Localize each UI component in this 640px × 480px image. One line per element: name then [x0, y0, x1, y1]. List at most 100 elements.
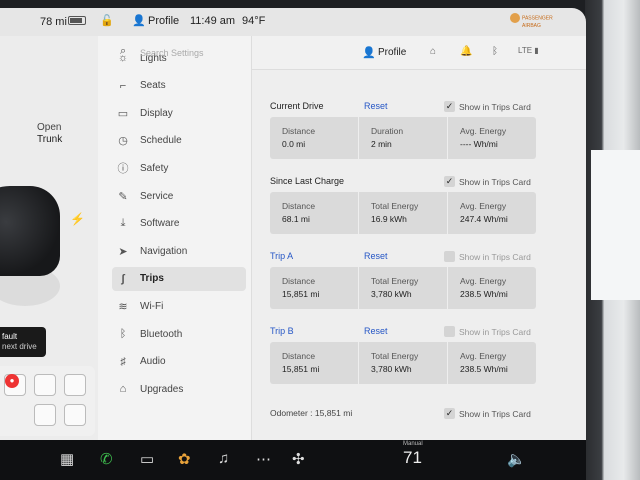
menu-item-label: Service — [140, 190, 174, 202]
stat-value: 2 min — [371, 139, 392, 149]
seat-icon[interactable] — [64, 374, 86, 396]
toybox-icon[interactable]: ✿ — [178, 450, 191, 468]
status-bar: 78 mi 🔓 👤 Profile 11:49 am 94°F PASSENGE… — [0, 8, 586, 36]
checkmark-icon: ✓ — [444, 101, 455, 112]
charge-port-icon[interactable]: ⚡ — [70, 212, 85, 226]
trip-b-show-toggle[interactable]: Show in Trips Card — [444, 326, 531, 337]
menu-item-software[interactable]: ⤓ Software — [112, 212, 246, 236]
search-settings[interactable]: ⌕ Search Settings — [98, 38, 258, 66]
stat-cell: Duration 2 min — [359, 117, 448, 159]
show-label: Show in Trips Card — [459, 176, 531, 187]
menu-item-safety[interactable]: ⓘ Safety — [112, 156, 246, 180]
stat-cell: Distance 0.0 mi — [270, 117, 359, 159]
trip-a-show-toggle[interactable]: Show in Trips Card — [444, 251, 531, 262]
stat-cell: Total Energy 3,780 kWh — [359, 342, 448, 384]
current-drive-show-toggle[interactable]: ✓ Show in Trips Card — [444, 101, 531, 112]
music-icon[interactable]: ♫ — [218, 450, 229, 467]
user-icon[interactable]: 👤 — [132, 14, 146, 27]
trip-b-card: Distance 15,851 mi Total Energy 3,780 kWh … — [270, 342, 536, 384]
checkbox-empty-icon — [444, 326, 455, 337]
header-profile[interactable]: Profile — [378, 47, 406, 58]
lock-icon[interactable]: 🔓 — [100, 14, 114, 27]
fault-title: fault — [2, 332, 18, 341]
menu-item-label: Upgrades — [140, 383, 184, 395]
bluetooth-icon[interactable]: ᛒ — [492, 46, 498, 57]
profile-icon[interactable]: 👤 — [362, 46, 376, 59]
menu-item-wi-fi[interactable]: ≋ Wi-Fi — [112, 294, 246, 318]
menu-item-bluetooth[interactable]: ᛒ Bluetooth — [112, 322, 246, 346]
menu-item-label: Seats — [140, 80, 166, 92]
schedule-icon: ◷ — [118, 135, 128, 148]
menu-item-upgrades[interactable]: ⌂ Upgrades — [112, 377, 246, 401]
fan-icon[interactable]: ✣ — [292, 450, 305, 468]
menu-item-trips[interactable]: ʃ Trips — [112, 266, 246, 291]
climate-mode-label: Manual — [403, 441, 423, 447]
since-charge-show-toggle[interactable]: ✓ Show in Trips Card — [444, 176, 531, 187]
odometer-show-toggle[interactable]: ✓ Show in Trips Card — [444, 408, 531, 419]
seat-heater-alert-icon[interactable]: ● — [5, 374, 19, 388]
status-profile[interactable]: Profile — [148, 15, 179, 27]
seat-icon[interactable] — [34, 404, 56, 426]
car-model — [0, 186, 60, 276]
trip-b-reset[interactable]: Reset — [364, 326, 388, 336]
fault-alert[interactable]: fault next drive — [0, 327, 46, 357]
checkmark-icon: ✓ — [444, 408, 455, 419]
audio-icon: ♯ — [120, 355, 126, 368]
menu-item-label: Navigation — [140, 245, 188, 257]
stat-cell: Total Energy 3,780 kWh — [359, 267, 448, 309]
show-label: Show in Trips Card — [459, 326, 531, 337]
navigation-icon: ➤ — [118, 245, 128, 258]
open-trunk-button[interactable]: Open Trunk — [37, 122, 62, 146]
airbag-icon — [510, 13, 520, 23]
settings-menu: ☼ Lights ⌐ Seats ▭ Display ◷ Schedule ⓘ Safety ✎ Se… — [98, 36, 252, 440]
more-apps-icon[interactable]: ⋯ — [256, 450, 271, 468]
garage-icon[interactable]: ⌂ — [430, 46, 436, 57]
menu-item-navigation[interactable]: ➤ Navigation — [112, 239, 246, 263]
fault-sub: next drive — [2, 342, 37, 351]
battery-icon — [68, 16, 86, 25]
odometer: Odometer : 15,851 mi — [270, 408, 353, 418]
stat-value: 15,851 mi — [282, 289, 320, 299]
trip-a-reset[interactable]: Reset — [364, 251, 388, 261]
menu-item-display[interactable]: ▭ Display — [112, 101, 246, 125]
menu-item-service[interactable]: ✎ Service — [112, 184, 246, 208]
stat-label: Duration — [371, 126, 404, 136]
since-charge-title: Since Last Charge — [270, 176, 345, 186]
checkbox-empty-icon — [444, 251, 455, 262]
outside-temp: 94°F — [242, 15, 266, 27]
show-label: Show in Trips Card — [459, 408, 531, 419]
menu-item-seats[interactable]: ⌐ Seats — [112, 74, 246, 98]
stat-cell: Avg. Energy 247.4 Wh/mi — [448, 192, 536, 234]
stat-cell: Total Energy 16.9 kWh — [359, 192, 448, 234]
calendar-icon[interactable]: ▭ — [140, 450, 154, 468]
menu-item-audio[interactable]: ♯ Audio — [112, 350, 246, 374]
dashcam-icon[interactable]: ▦ — [60, 450, 74, 468]
checkmark-icon: ✓ — [444, 176, 455, 187]
stat-label: Total Energy — [371, 276, 419, 286]
settings-header: 👤 Profile ⌂ 🔔 ᛒ LTE ▮ — [252, 36, 586, 70]
menu-item-label: Audio — [140, 356, 166, 368]
menu-item-label: Trips — [140, 273, 164, 285]
touchscreen: 78 mi 🔓 👤 Profile 11:49 am 94°F PASSENGE… — [0, 8, 586, 440]
seat-icon[interactable] — [34, 374, 56, 396]
clock: 11:49 am — [190, 15, 236, 27]
stat-cell: Distance 68.1 mi — [270, 192, 359, 234]
stat-cell: Distance 15,851 mi — [270, 267, 359, 309]
current-drive-reset[interactable]: Reset — [364, 101, 388, 111]
stat-label: Avg. Energy — [460, 276, 507, 286]
bell-icon[interactable]: 🔔 — [460, 46, 472, 57]
phone-icon[interactable]: ✆ — [100, 450, 113, 468]
trunk-label: Trunk — [37, 134, 63, 145]
menu-item-label: Display — [140, 107, 173, 119]
menu-item-label: Software — [140, 218, 180, 230]
airbag-line1: PASSENGER — [522, 15, 553, 22]
stat-value: 238.5 Wh/mi — [460, 364, 508, 374]
menu-item-label: Schedule — [140, 135, 182, 147]
stat-value: 0.0 mi — [282, 139, 306, 149]
menu-item-schedule[interactable]: ◷ Schedule — [112, 129, 246, 153]
seat-icon[interactable] — [64, 404, 86, 426]
cabin-temp[interactable]: 71 — [403, 448, 422, 468]
trip-a-title: Trip A — [270, 251, 294, 261]
passenger-airbag-indicator: PASSENGER AIRBAG — [510, 13, 553, 29]
volume-icon[interactable]: 🔈 — [507, 450, 526, 468]
